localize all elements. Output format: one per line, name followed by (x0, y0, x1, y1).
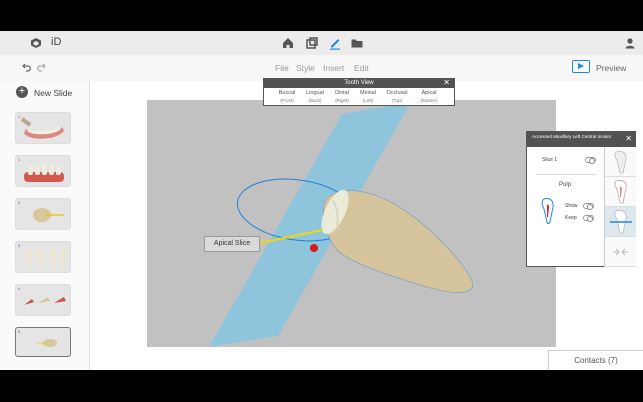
show-toggle[interactable] (583, 203, 594, 210)
pulp-tooth-icon (541, 198, 554, 224)
tooth-3d-scene (209, 102, 473, 347)
keep-toggle[interactable] (583, 215, 594, 222)
tooth-properties-panel: Accessed Maxillary Left Central Incisor … (526, 131, 636, 267)
tooth-view-title: Tooth View ✕ (264, 79, 454, 88)
slide-thumbnail-active[interactable]: 5 (15, 327, 71, 357)
panel-title: Accessed Maxillary Left Central Incisor … (527, 132, 635, 147)
tooth-slices-icon (24, 297, 66, 305)
contacts-button[interactable]: Contacts (7) (548, 350, 643, 370)
divider (537, 174, 597, 175)
view-apical[interactable]: Apical (Bottom) (414, 90, 444, 104)
keep-label: Keep (565, 215, 577, 221)
view-mesial[interactable]: Mesial (Left) (353, 90, 383, 104)
app-window: iD File Style Insert Edit Preview + New … (0, 31, 643, 370)
pencil-icon[interactable] (328, 36, 342, 50)
folder-icon[interactable] (350, 36, 364, 50)
view-buccal[interactable]: Buccal (Front) (272, 90, 302, 104)
undo-icon[interactable] (22, 62, 32, 72)
jaw-model-icon (20, 117, 64, 139)
slide-thumbnail[interactable]: 2 (15, 198, 71, 230)
teeth-model-icon (24, 164, 64, 182)
view-occlusal[interactable]: Occlusal (Top) (382, 90, 412, 104)
slide-thumbnail[interactable]: 1 (15, 155, 71, 187)
preview-button[interactable]: Preview (596, 63, 626, 73)
tab-slice[interactable] (605, 207, 636, 237)
view-lingual[interactable]: Lingual (Back) (300, 90, 330, 104)
panel-settings: Slice 1 Pulp Show Keep (527, 147, 605, 267)
tab-contacts[interactable] (605, 237, 636, 267)
show-label: Show (565, 203, 578, 209)
slice-label: Slice 1 (542, 157, 558, 163)
close-icon[interactable]: ✕ (443, 79, 450, 87)
tooth-pulp-icon (614, 180, 627, 204)
slide-thumbnail[interactable]: 4 (15, 284, 71, 316)
app-name: iD (51, 36, 62, 48)
tooth-outline-icon (614, 151, 627, 174)
slice-toggle[interactable] (585, 157, 596, 164)
tooth-slice-icon (610, 210, 632, 234)
user-icon[interactable] (623, 36, 637, 50)
panel-view-tabs (605, 147, 636, 267)
menu-edit[interactable]: Edit (354, 63, 369, 73)
top-bar: iD (0, 31, 643, 55)
preview-play-icon[interactable] (572, 60, 590, 73)
slide-thumbnail[interactable]: 1 (15, 112, 71, 144)
pulp-label: Pulp (559, 182, 572, 188)
redo-icon[interactable] (36, 62, 46, 72)
menu-file[interactable]: File (275, 63, 289, 73)
tab-whole-tooth[interactable] (605, 147, 636, 177)
home-icon[interactable] (281, 36, 295, 50)
apical-slice-label[interactable]: Apical Slice (204, 236, 260, 252)
new-slide-button[interactable]: New Slide (34, 88, 72, 98)
close-icon[interactable]: ✕ (625, 135, 632, 143)
menu-style[interactable]: Style (296, 63, 315, 73)
slide-thumbnail[interactable]: 3 (15, 241, 71, 273)
3d-viewport[interactable] (147, 100, 556, 347)
layers-icon[interactable] (305, 36, 319, 50)
arrows-icon (613, 248, 628, 256)
anchor-point[interactable] (310, 244, 318, 252)
add-icon[interactable]: + (16, 86, 28, 98)
app-logo-icon (31, 38, 41, 48)
teeth-roots-icon (26, 250, 66, 268)
menu-insert[interactable]: Insert (323, 63, 344, 73)
tab-pulp[interactable] (605, 177, 636, 207)
single-tooth-icon (36, 339, 57, 347)
tooth-crown-icon (33, 208, 64, 222)
